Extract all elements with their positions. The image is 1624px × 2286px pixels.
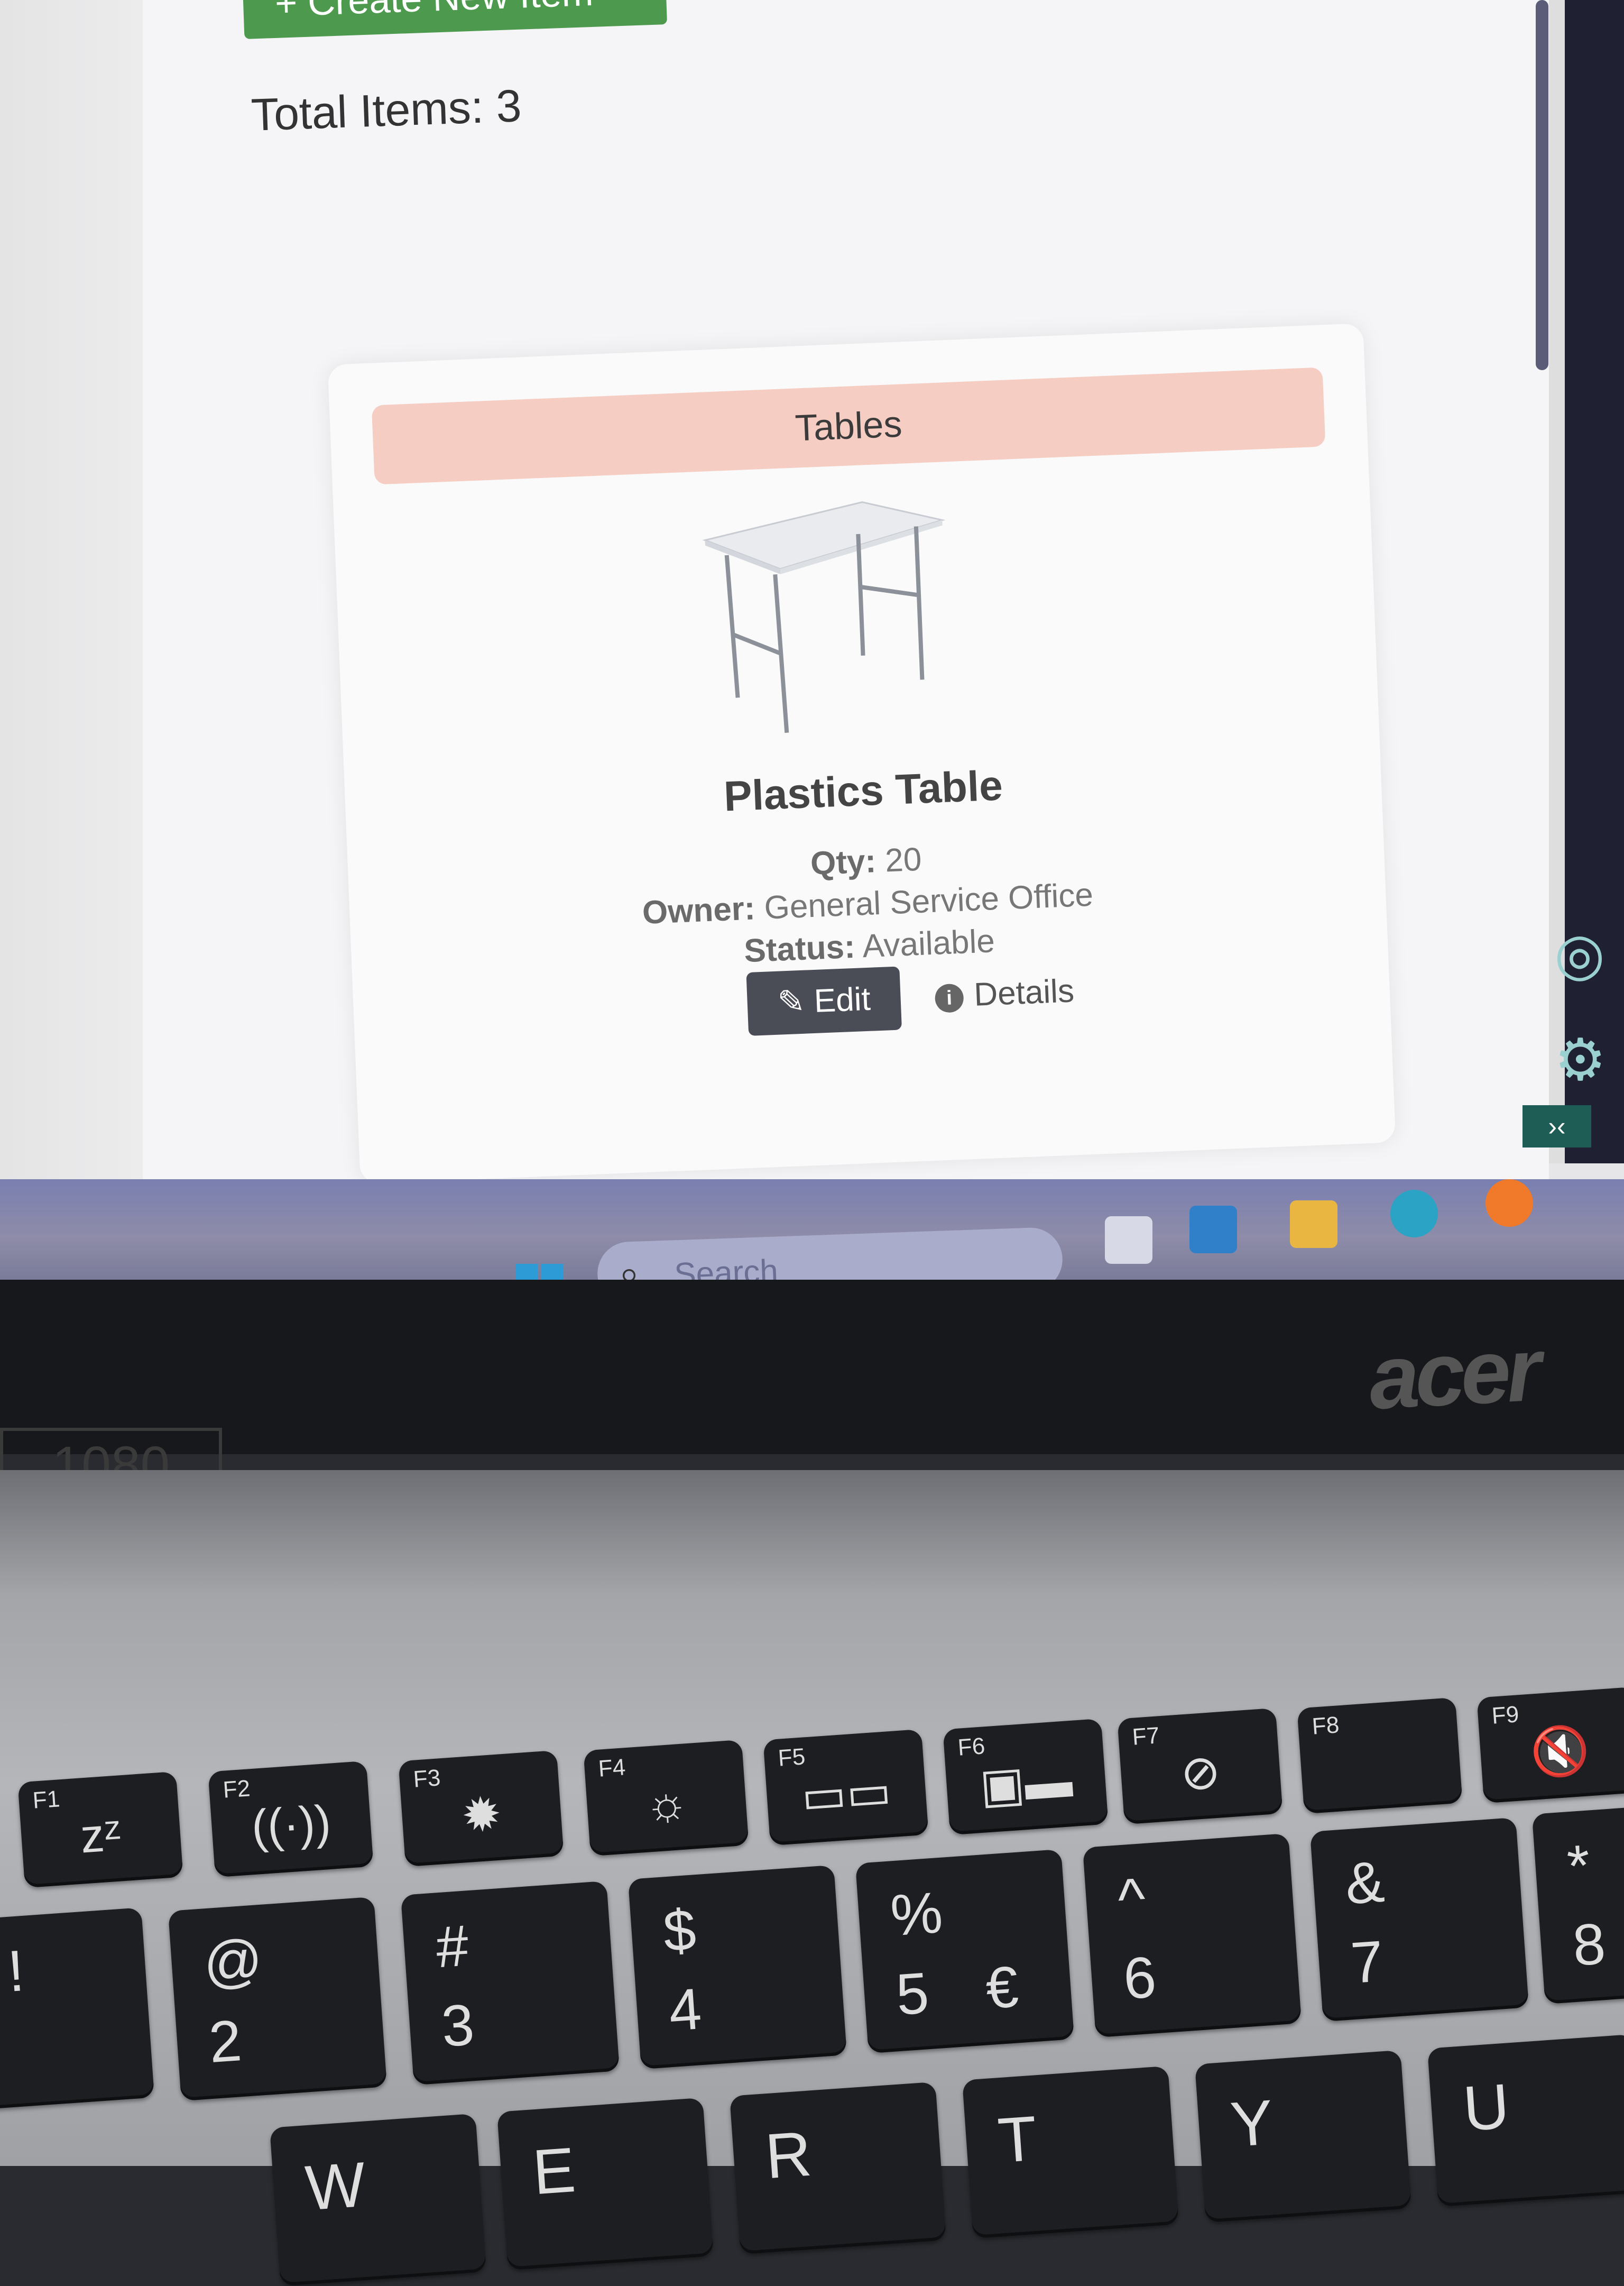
key-r-label: R xyxy=(763,2118,814,2192)
edit-icon: ✎ xyxy=(777,983,806,1021)
key-w[interactable]: W xyxy=(270,2113,486,2286)
key-f8[interactable]: F8 xyxy=(1297,1697,1463,1814)
key-2[interactable]: @ 2 xyxy=(168,1896,387,2101)
scrollbar-track[interactable] xyxy=(1549,0,1565,1163)
key-f2-label: F2 xyxy=(222,1775,251,1803)
firefox-icon[interactable] xyxy=(1485,1179,1533,1227)
key-f6-label: F6 xyxy=(957,1733,986,1761)
key-f5-label: F5 xyxy=(777,1743,806,1771)
category-header: Tables xyxy=(371,367,1326,485)
key-3[interactable]: # 3 xyxy=(400,1880,620,2086)
info-icon: i xyxy=(934,983,964,1013)
key-u[interactable]: U xyxy=(1427,2034,1624,2207)
key-f7-label: F7 xyxy=(1131,1722,1160,1750)
key-y-label: Y xyxy=(1228,2087,1276,2161)
key-4-lower: 4 xyxy=(667,1976,704,2044)
key-y[interactable]: Y xyxy=(1195,2050,1411,2223)
key-8[interactable]: * 8 xyxy=(1531,1803,1624,2005)
wireless-icon: ((·)) xyxy=(250,1795,333,1854)
key-f3-label: F3 xyxy=(412,1765,441,1793)
browser-side-panel xyxy=(1565,0,1624,1163)
key-5-upper: % xyxy=(888,1879,945,1949)
laptop-screen: + Create New Item Total Items: 3 Tables … xyxy=(0,0,1624,1306)
key-8-lower: 8 xyxy=(1571,1911,1608,1978)
key-6-lower: 6 xyxy=(1121,1944,1158,2012)
owner-label: Owner: xyxy=(641,890,756,931)
file-explorer-icon[interactable] xyxy=(1290,1200,1337,1248)
qty-label: Qty: xyxy=(809,843,877,883)
key-5-euro: € xyxy=(983,1954,1021,2022)
brightness-down-icon: ✹ xyxy=(459,1787,504,1843)
mute-icon: 🔇 xyxy=(1528,1723,1592,1780)
left-sidebar xyxy=(0,0,143,1216)
key-4[interactable]: $ 4 xyxy=(628,1865,847,2070)
key-7[interactable]: & 7 xyxy=(1309,1817,1529,2022)
edit-label: Edit xyxy=(813,980,872,1020)
profile-icon[interactable]: ◎ xyxy=(1554,920,1605,988)
display-switch-icon: ▭▭ xyxy=(799,1765,893,1824)
edge-browser-icon[interactable] xyxy=(1390,1190,1438,1237)
key-6[interactable]: ^ 6 xyxy=(1082,1833,1302,2038)
key-8-upper: * xyxy=(1565,1832,1592,1899)
edit-button[interactable]: ✎ Edit xyxy=(746,966,902,1036)
item-name: Plastics Table xyxy=(723,761,1004,820)
key-f1-label: F1 xyxy=(32,1786,61,1814)
key-1[interactable]: ! xyxy=(0,1907,155,2111)
key-r[interactable]: R xyxy=(730,2081,946,2255)
key-u-label: U xyxy=(1461,2070,1512,2145)
key-f9-label: F9 xyxy=(1491,1701,1520,1729)
status-value: Available xyxy=(861,923,996,965)
key-5-lower: 5 xyxy=(894,1960,931,2028)
key-2-lower: 2 xyxy=(207,2008,244,2076)
key-f6[interactable]: F6 ▣▬ xyxy=(943,1718,1109,1835)
key-t[interactable]: T xyxy=(962,2065,1179,2239)
key-f4[interactable]: F4 ☼ xyxy=(583,1739,749,1857)
key-f2[interactable]: F2 ((·)) xyxy=(208,1760,374,1878)
task-view-icon[interactable] xyxy=(1105,1216,1152,1264)
key-w-label: W xyxy=(303,2149,368,2224)
touchpad-off-icon: ⊘ xyxy=(1178,1745,1223,1801)
key-f3[interactable]: F3 ✹ xyxy=(398,1750,564,1867)
key-f1[interactable]: F1 zᶻ xyxy=(17,1771,183,1888)
key-1-upper: ! xyxy=(5,1938,26,2004)
gear-icon[interactable]: ⚙ xyxy=(1554,1026,1607,1094)
key-e[interactable]: E xyxy=(497,2097,714,2271)
key-5[interactable]: % 5 € xyxy=(855,1849,1075,2054)
key-7-lower: 7 xyxy=(1349,1929,1386,1996)
key-3-upper: # xyxy=(433,1913,471,1980)
item-details: Qty: 20 Owner: General Service Office St… xyxy=(347,820,1388,988)
brightness-up-icon: ☼ xyxy=(643,1776,690,1832)
item-card: Tables Plastics Table Qty: 20 Owner: Gen… xyxy=(327,323,1396,1184)
key-e-label: E xyxy=(530,2134,578,2208)
key-f7[interactable]: F7 ⊘ xyxy=(1117,1707,1283,1825)
collapse-icon[interactable]: ›‹ xyxy=(1522,1105,1591,1147)
key-2-upper: @ xyxy=(201,1926,265,1996)
key-3-lower: 3 xyxy=(439,1992,476,2060)
sleep-icon: zᶻ xyxy=(78,1807,123,1863)
key-4-upper: $ xyxy=(661,1897,698,1964)
key-6-upper: ^ xyxy=(1115,1866,1148,1933)
status-label: Status: xyxy=(743,928,856,970)
total-items-count: Total Items: 3 xyxy=(250,80,522,141)
table-image xyxy=(702,501,946,733)
qty-value: 20 xyxy=(884,841,922,879)
details-label: Details xyxy=(973,972,1075,1013)
key-f4-label: F4 xyxy=(597,1754,626,1782)
details-link[interactable]: i Details xyxy=(934,959,1075,1028)
scrollbar-thumb[interactable] xyxy=(1536,0,1548,370)
key-f9[interactable]: F9 🔇 xyxy=(1477,1686,1624,1804)
key-f8-label: F8 xyxy=(1311,1712,1340,1740)
brand-logo: acer xyxy=(1367,1319,1540,1429)
store-icon[interactable] xyxy=(1189,1206,1237,1253)
key-7-upper: & xyxy=(1343,1849,1387,1917)
key-f5[interactable]: F5 ▭▭ xyxy=(763,1729,929,1846)
screen-off-icon: ▣▬ xyxy=(978,1753,1074,1813)
